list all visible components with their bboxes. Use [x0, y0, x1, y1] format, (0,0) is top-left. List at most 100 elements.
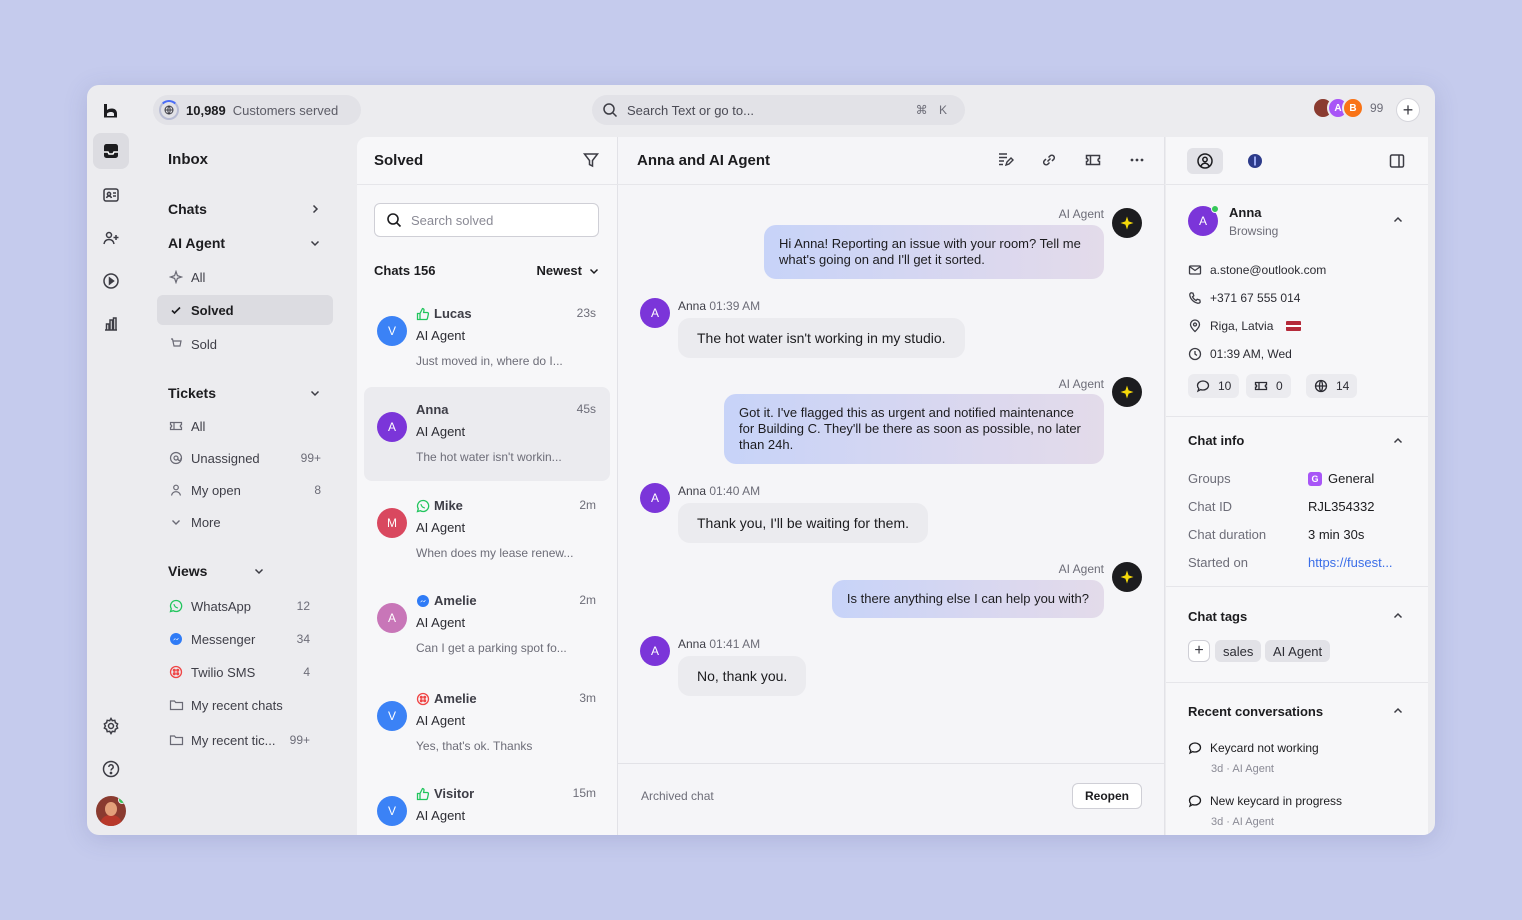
- sort-dropdown[interactable]: Newest: [536, 263, 600, 278]
- chat-list-item[interactable]: V Lucas 23s AI Agent Just moved in, wher…: [364, 291, 610, 385]
- conversation-toolbar: [995, 150, 1147, 170]
- chat-list-item[interactable]: A Amelie 2m AI Agent Can I get a parking…: [364, 578, 610, 672]
- customer-tab-icon[interactable]: [1187, 148, 1223, 174]
- customer-message-bubble: No, thank you.: [678, 656, 807, 696]
- chevron-up-icon[interactable]: [1392, 435, 1404, 447]
- latvia-flag-icon: [1286, 321, 1302, 331]
- contacts-card-icon[interactable]: [93, 177, 129, 213]
- chat-avatar: V: [377, 796, 407, 826]
- chat-list-item[interactable]: V Amelie 3m AI Agent Yes, that's ok. Tha…: [364, 676, 610, 770]
- nav-tickets-unassigned[interactable]: Unassigned 99+: [157, 443, 333, 473]
- customers-served-pill: 10,989 Customers served: [153, 95, 361, 125]
- chevron-up-icon[interactable]: [1392, 610, 1404, 622]
- chat-id-label: Chat ID: [1188, 499, 1233, 514]
- play-icon[interactable]: [93, 263, 129, 299]
- integration-tab-icon[interactable]: [1237, 148, 1273, 174]
- nav-view-my-recent-chats[interactable]: My recent chats: [157, 690, 322, 720]
- divider: [618, 184, 1165, 185]
- recent-conversation[interactable]: New keycard in progress: [1188, 794, 1342, 808]
- nav-view-twilio-sms[interactable]: Twilio SMS 4: [157, 657, 322, 687]
- whatsapp-icon: [168, 598, 184, 614]
- reopen-button[interactable]: Reopen: [1071, 783, 1142, 809]
- inbox-icon[interactable]: [93, 133, 129, 169]
- list-search-field[interactable]: [374, 203, 599, 237]
- chat-list-item[interactable]: V Visitor 15m AI Agent: [364, 771, 610, 827]
- whatsapp-icon: [416, 499, 430, 513]
- details-tabs: [1187, 148, 1273, 174]
- nav-tickets[interactable]: Tickets: [157, 378, 333, 408]
- add-tag-button[interactable]: +: [1188, 640, 1210, 662]
- chat-agent: AI Agent: [416, 615, 466, 630]
- tag-sales[interactable]: sales: [1215, 640, 1262, 662]
- chevron-up-icon[interactable]: [1392, 705, 1404, 717]
- chevron-down-icon: [254, 568, 264, 575]
- nav-ai-sold[interactable]: Sold: [157, 329, 333, 359]
- recent-conversation[interactable]: Keycard not working: [1188, 741, 1319, 755]
- stat-tickets[interactable]: 0: [1246, 374, 1291, 398]
- chat-list-item[interactable]: A Anna 45s AI Agent The hot water isn't …: [364, 387, 610, 481]
- chat-customer-name: Amelie: [416, 593, 477, 608]
- groups-label: Groups: [1188, 471, 1231, 486]
- customer-avatar: A: [640, 636, 670, 666]
- chevron-down-icon: [310, 390, 320, 397]
- customer-avatar: A: [640, 483, 670, 513]
- link-icon[interactable]: [1039, 150, 1059, 170]
- list-search-input[interactable]: [411, 212, 581, 228]
- chat-info-title: Chat info: [1188, 433, 1245, 448]
- ai-agent-label: AI Agent: [1058, 562, 1104, 576]
- nav-views[interactable]: Views: [157, 556, 277, 586]
- divider: [618, 763, 1165, 764]
- check-icon: [168, 302, 184, 318]
- add-button[interactable]: +: [1396, 98, 1420, 122]
- group-badge-icon: G: [1308, 471, 1322, 486]
- chat-snippet: Just moved in, where do I...: [416, 354, 563, 368]
- online-agents[interactable]: A B 99: [1312, 97, 1383, 119]
- chevron-right-icon: [312, 204, 319, 214]
- app-window: 10,989 Customers served Search Text or g…: [87, 85, 1435, 835]
- nav-view-whatsapp[interactable]: WhatsApp 12: [157, 591, 322, 621]
- notes-icon[interactable]: [995, 150, 1015, 170]
- settings-gear-icon[interactable]: [93, 708, 129, 744]
- location-pin-icon: [1188, 319, 1202, 333]
- more-icon[interactable]: [1127, 150, 1147, 170]
- globe-icon: [1314, 379, 1328, 393]
- reports-icon[interactable]: [93, 306, 129, 342]
- filter-icon[interactable]: [582, 151, 600, 169]
- customer-avatar: A: [640, 298, 670, 328]
- chat-agent: AI Agent: [416, 713, 466, 728]
- archived-status: Archived chat: [641, 789, 714, 803]
- chevron-down-icon: [310, 240, 320, 247]
- nav-tickets-more[interactable]: More: [157, 507, 333, 537]
- sidebar-toggle-icon[interactable]: [1388, 152, 1406, 170]
- logo-icon[interactable]: [93, 93, 129, 129]
- chevron-up-icon[interactable]: [1392, 214, 1404, 226]
- chat-customer-name: Mike: [416, 498, 463, 513]
- conversation-panel: Anna and AI Agent AI Agent Hi Anna! Repo…: [618, 137, 1165, 835]
- team-icon[interactable]: [93, 220, 129, 256]
- chat-snippet: The hot water isn't workin...: [416, 450, 562, 464]
- my-avatar[interactable]: [96, 796, 126, 826]
- contact-email[interactable]: a.stone@outlook.com: [1188, 263, 1326, 277]
- chat-list-item[interactable]: M Mike 2m AI Agent When does my lease re…: [364, 483, 610, 577]
- nav-chats[interactable]: Chats: [157, 194, 333, 224]
- ai-message-bubble: Got it. I've flagged this as urgent and …: [724, 394, 1104, 464]
- stat-visits[interactable]: 14: [1306, 374, 1358, 398]
- ticket-icon[interactable]: [1083, 150, 1103, 170]
- nav-ai-agent[interactable]: AI Agent: [157, 228, 333, 258]
- nav-tickets-all[interactable]: All: [157, 411, 333, 441]
- global-search[interactable]: Search Text or go to... ⌘ K: [592, 95, 965, 125]
- started-on-link[interactable]: https://fusest...: [1308, 555, 1393, 570]
- ticket-icon: [1254, 381, 1268, 391]
- help-icon[interactable]: [93, 751, 129, 787]
- nav-view-my-recent-tickets[interactable]: My recent tic... 99+: [157, 725, 322, 755]
- nav-ai-all[interactable]: All: [157, 262, 333, 292]
- nav-view-messenger[interactable]: Messenger 34: [157, 624, 322, 654]
- chat-bubble-icon: [1196, 380, 1210, 393]
- nav-tickets-my-open[interactable]: My open 8: [157, 475, 333, 505]
- stat-chats[interactable]: 10: [1188, 374, 1240, 398]
- tag-ai-agent[interactable]: AI Agent: [1265, 640, 1331, 662]
- contact-phone[interactable]: +371 67 555 014: [1188, 291, 1300, 305]
- customer-message-bubble: Thank you, I'll be waiting for them.: [678, 503, 928, 543]
- divider: [1166, 416, 1428, 417]
- nav-ai-solved[interactable]: Solved: [157, 295, 333, 325]
